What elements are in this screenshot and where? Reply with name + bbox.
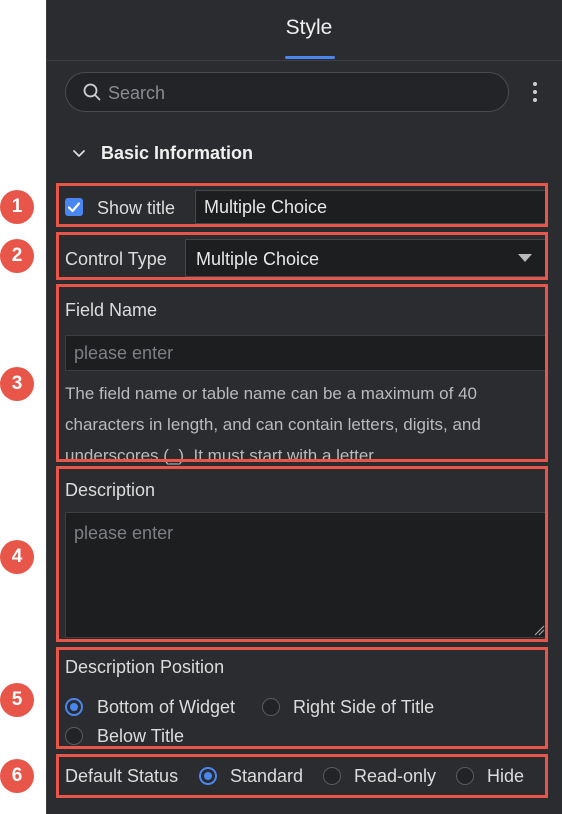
annotation-box-3 [56, 284, 548, 462]
annotation-badge-4: 4 [0, 540, 34, 574]
active-tab-indicator [285, 56, 335, 59]
annotation-badge-2: 2 [0, 239, 34, 273]
search-box[interactable] [65, 72, 509, 113]
annotation-box-6 [56, 754, 548, 798]
annotation-box-1 [56, 183, 548, 227]
annotation-badge-5: 5 [0, 683, 34, 717]
tab-style[interactable]: Style [47, 16, 562, 40]
annotation-box-5 [56, 647, 548, 749]
annotation-box-4 [56, 466, 548, 642]
annotation-badge-1: 1 [0, 190, 34, 224]
annotation-box-2 [56, 232, 548, 280]
search-input[interactable] [106, 73, 500, 113]
search-icon [83, 83, 101, 101]
chevron-down-icon [73, 150, 85, 157]
tab-bar: Style [47, 0, 562, 61]
annotation-badge-6: 6 [0, 759, 34, 793]
section-title: Basic Information [101, 143, 254, 163]
annotation-badge-3: 3 [0, 367, 34, 401]
more-options-icon[interactable] [525, 80, 545, 104]
